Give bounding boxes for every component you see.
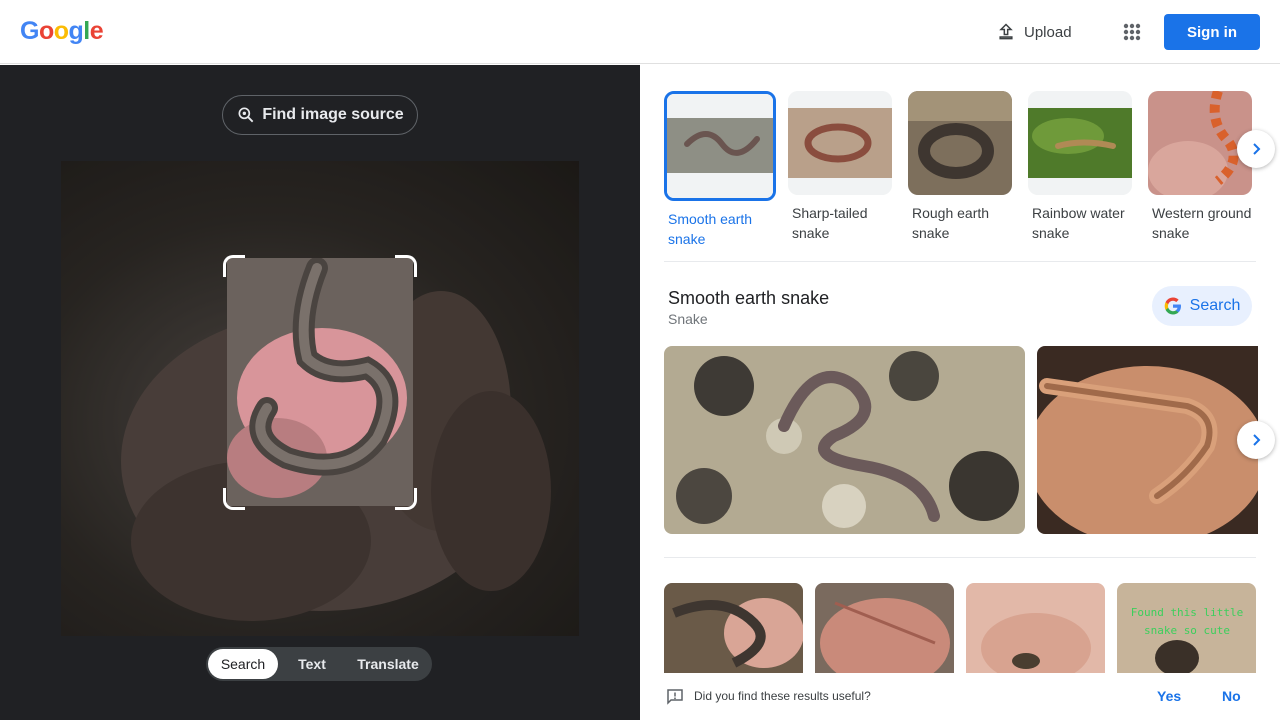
- entity-search-button[interactable]: Search: [1152, 286, 1252, 326]
- top-bar: Google Upload Sign in: [0, 0, 1280, 64]
- feedback-icon: [667, 689, 683, 705]
- lens-query-panel: Find image source Search Text Translate: [0, 65, 640, 720]
- result-image-small-3[interactable]: [966, 583, 1105, 673]
- snake-crop-photo: [227, 258, 413, 506]
- upload-button[interactable]: Upload: [988, 14, 1080, 50]
- chip-label: Rough earth snake: [912, 205, 990, 241]
- chip-thumbnail: [788, 91, 892, 195]
- feedback-question: Did you find these results useful?: [694, 689, 871, 703]
- entity-search-label: Search: [1189, 297, 1241, 314]
- result-chip-rainbow-water-snake[interactable]: Rainbow water snake: [1028, 91, 1140, 243]
- image-caption-line-2: snake so cute: [1144, 624, 1230, 637]
- chip-thumbnail: [664, 91, 776, 201]
- find-source-label: Find image source: [262, 106, 404, 123]
- crop-region[interactable]: [227, 258, 413, 506]
- feedback-no-button[interactable]: No: [1222, 688, 1241, 704]
- crop-corner-top-left[interactable]: [223, 255, 245, 277]
- result-chip-smooth-earth-snake[interactable]: Smooth earth snake: [664, 91, 776, 249]
- crop-corner-bottom-left[interactable]: [223, 488, 245, 510]
- logo-letter: o: [53, 17, 69, 45]
- result-chip-sharp-tailed-snake[interactable]: Sharp-tailed snake: [788, 91, 900, 243]
- logo-letter: g: [68, 17, 84, 45]
- result-image-small-2[interactable]: [815, 583, 954, 673]
- logo-letter: G: [20, 17, 39, 45]
- section-divider: [664, 557, 1256, 558]
- feedback-bar: Did you find these results useful? Yes N…: [640, 673, 1280, 720]
- chips-next-button[interactable]: [1237, 130, 1275, 168]
- chip-thumbnail: [1148, 91, 1252, 195]
- chip-label: Smooth earth snake: [668, 211, 753, 247]
- crop-corner-top-right[interactable]: [395, 255, 417, 277]
- google-g-icon: [1164, 297, 1181, 315]
- lens-mode-tabs: Search Text Translate: [206, 647, 432, 681]
- chip-label: Rainbow water snake: [1032, 205, 1125, 241]
- find-image-source-button[interactable]: Find image source: [222, 95, 418, 135]
- result-chip-western-ground-snake[interactable]: Western ground snake: [1148, 91, 1260, 243]
- tab-text[interactable]: Text: [278, 649, 346, 679]
- tab-search[interactable]: Search: [208, 649, 278, 679]
- chevron-right-icon: [1253, 434, 1261, 446]
- crop-corner-bottom-right[interactable]: [395, 488, 417, 510]
- section-divider: [664, 261, 1256, 262]
- upload-label: Upload: [1024, 23, 1072, 41]
- images-next-button[interactable]: [1237, 421, 1275, 459]
- upload-icon: [999, 23, 1013, 40]
- chevron-right-icon: [1253, 143, 1261, 155]
- result-chip-rough-earth-snake[interactable]: Rough earth snake: [908, 91, 1020, 243]
- logo-letter: o: [38, 17, 54, 45]
- chip-thumbnail: [1028, 91, 1132, 195]
- apps-grid-icon[interactable]: [1116, 16, 1148, 48]
- google-logo[interactable]: Google: [20, 17, 104, 46]
- entity-title: Smooth earth snake: [668, 288, 830, 308]
- chip-thumbnail: [908, 91, 1012, 195]
- lens-search-icon: [238, 107, 254, 123]
- feedback-yes-button[interactable]: Yes: [1157, 688, 1181, 704]
- result-image-large-2[interactable]: [1037, 346, 1258, 534]
- image-caption-line-1: Found this little: [1131, 606, 1244, 619]
- entity-subtitle: Snake: [668, 311, 708, 327]
- result-image-small-1[interactable]: [664, 583, 803, 673]
- result-image-small-4[interactable]: Found this little snake so cute: [1117, 583, 1256, 673]
- chip-label: Western ground snake: [1152, 205, 1252, 241]
- logo-letter: e: [89, 17, 104, 45]
- result-image-large-1[interactable]: [664, 346, 1025, 534]
- tab-translate[interactable]: Translate: [346, 649, 430, 679]
- results-panel: Smooth earth snake Sharp-tailed snake Ro…: [640, 65, 1280, 720]
- sign-in-button[interactable]: Sign in: [1164, 14, 1260, 50]
- chip-label: Sharp-tailed snake: [792, 205, 868, 241]
